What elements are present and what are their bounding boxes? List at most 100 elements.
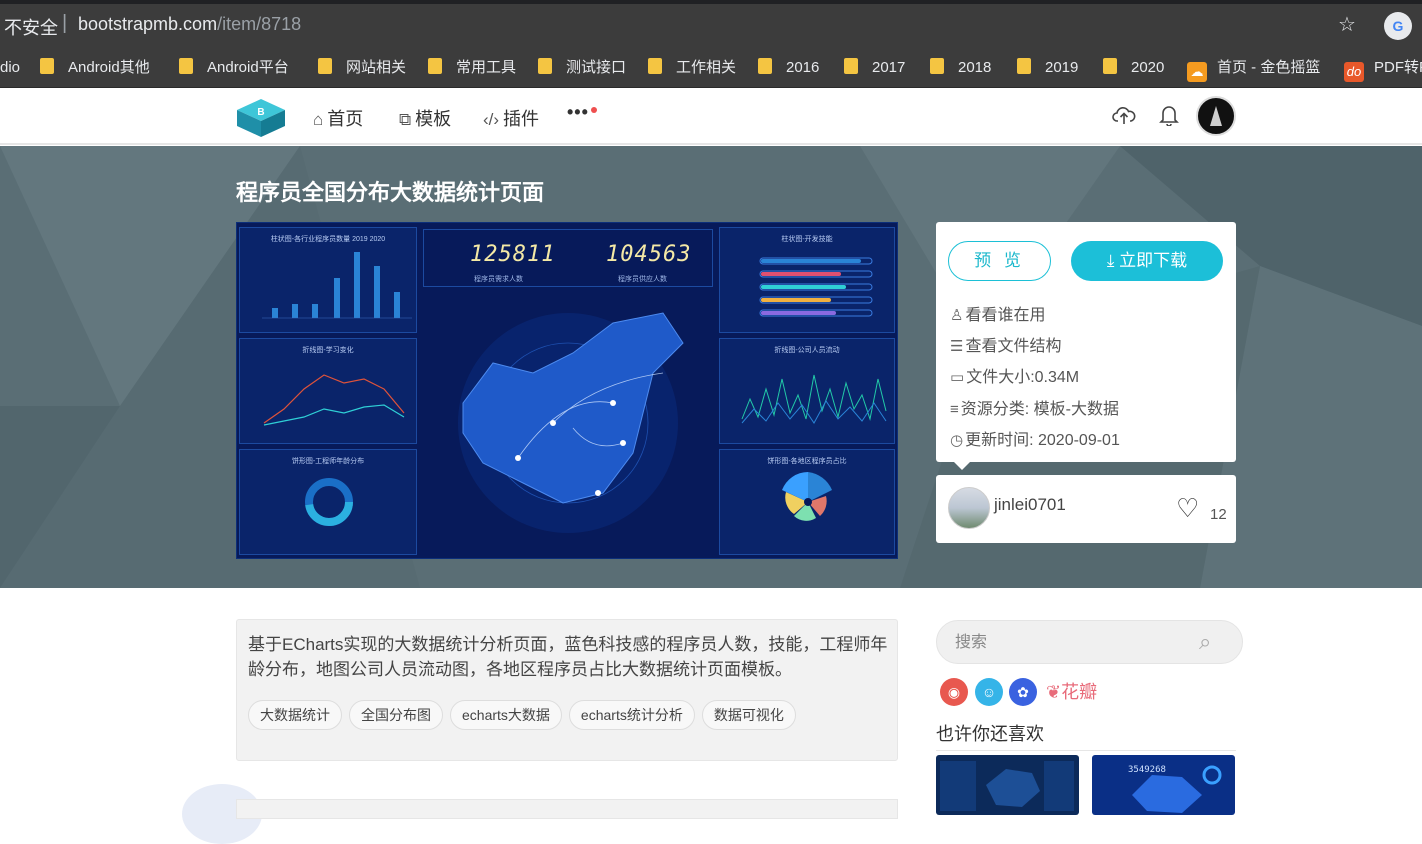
bookmark-item[interactable]: 2020 bbox=[1103, 58, 1164, 78]
address-separator: | bbox=[62, 12, 68, 34]
hero-section: 程序员全国分布大数据统计页面 柱状图-各行业程序员数量 2019 2020 折线… bbox=[0, 146, 1422, 588]
copy-icon: ⧉ bbox=[399, 110, 412, 129]
huaban-label: 花瓣 bbox=[1061, 682, 1098, 702]
donut-chart-graphic bbox=[305, 478, 353, 526]
who-uses-link[interactable]: ♙ 看看谁在用 bbox=[950, 301, 1045, 325]
bookmark-item[interactable]: 2018 bbox=[930, 58, 991, 78]
search-icon[interactable]: ⌕ bbox=[1199, 629, 1211, 655]
folder-icon bbox=[648, 58, 662, 74]
rose-chart-panel: 饼形图-各地区程序员占比 bbox=[719, 449, 895, 555]
url-host: bootstrapmb.com bbox=[78, 14, 218, 34]
bookmark-item[interactable]: 2017 bbox=[844, 58, 905, 78]
tag-item[interactable]: 数据可视化 bbox=[701, 700, 796, 730]
bookmark-item[interactable]: do PDF转P bbox=[1344, 58, 1422, 82]
cloud-favicon-icon: ☁ bbox=[1187, 62, 1207, 82]
category-value: 模板-大数据 bbox=[1033, 401, 1120, 418]
tag-item[interactable]: echarts统计分析 bbox=[568, 700, 695, 730]
tag-item[interactable]: echarts大数据 bbox=[450, 700, 562, 730]
bookmark-item[interactable]: 网站相关 bbox=[318, 58, 406, 78]
thumb-number: 3549268 bbox=[1128, 765, 1166, 775]
line-chart-panel: 折线图-学习变化 bbox=[239, 338, 417, 444]
bookmark-item[interactable]: 2019 bbox=[1017, 58, 1078, 78]
updated-label: 更新时间: bbox=[965, 432, 1034, 449]
translate-extension-icon[interactable]: G bbox=[1384, 12, 1412, 40]
china-map-graphic bbox=[458, 312, 684, 533]
user-avatar[interactable] bbox=[1196, 96, 1236, 136]
preview-button[interactable]: 预 览 bbox=[948, 241, 1051, 281]
folder-icon bbox=[428, 58, 442, 74]
browser-address-bar: 不安全 | bootstrapmb.com/item/8718 ☆ G bbox=[0, 0, 1422, 48]
weibo-share-icon[interactable]: ◉ bbox=[940, 678, 968, 706]
bookmark-label: 2019 bbox=[1045, 59, 1079, 76]
heart-icon[interactable]: ♡ bbox=[1176, 495, 1199, 521]
bookmark-item[interactable]: Android其他 bbox=[40, 58, 150, 78]
bookmark-item[interactable]: 测试接口 bbox=[538, 58, 626, 78]
template-preview-image[interactable]: 柱状图-各行业程序员数量 2019 2020 折线图-学习变化 饼形图-工程师年… bbox=[236, 222, 898, 559]
nav-plugins-label: 插件 bbox=[503, 109, 540, 129]
kpi-number: 104563 bbox=[606, 242, 692, 267]
page-title: 程序员全国分布大数据统计页面 bbox=[236, 180, 545, 205]
bookmark-item[interactable]: dio bbox=[0, 58, 20, 78]
bookmark-label: 2018 bbox=[958, 59, 992, 76]
category-row: ≡ 资源分类: 模板-大数据 bbox=[950, 395, 1119, 419]
folder-icon bbox=[930, 58, 944, 74]
recommend-thumb[interactable] bbox=[936, 755, 1079, 815]
more-menu-button[interactable]: ••• bbox=[567, 102, 589, 123]
author-name[interactable]: jinlei0701 bbox=[994, 495, 1066, 515]
file-structure-link[interactable]: ☰ 查看文件结构 bbox=[950, 332, 1061, 356]
bookmark-star-icon[interactable]: ☆ bbox=[1338, 12, 1356, 37]
url-path: /item/8718 bbox=[217, 14, 302, 34]
bell-icon[interactable] bbox=[1159, 104, 1179, 126]
bookmark-item[interactable]: Android平台 bbox=[179, 58, 289, 78]
pdf-favicon-icon: do bbox=[1344, 62, 1364, 82]
kpi-number: 125811 bbox=[470, 242, 556, 267]
download-button[interactable]: ⤓ 立即下载 bbox=[1071, 241, 1223, 281]
flow-line-graphic bbox=[741, 374, 887, 424]
file-size-row: ▭ 文件大小:0.34M bbox=[950, 363, 1079, 387]
description-text: 基于ECharts实现的大数据统计分析页面，蓝色科技感的程序员人数，技能，工程师… bbox=[248, 635, 888, 679]
comments-panel bbox=[236, 799, 898, 819]
bookmark-item[interactable]: ☁ 首页 - 金色摇篮 bbox=[1187, 58, 1321, 82]
nav-templates-label: 模板 bbox=[415, 109, 452, 129]
who-uses-label: 看看谁在用 bbox=[965, 307, 1046, 324]
author-avatar[interactable] bbox=[948, 487, 990, 529]
folder-icon bbox=[1103, 58, 1117, 74]
bookmark-item[interactable]: 2016 bbox=[758, 58, 819, 78]
search-input[interactable] bbox=[955, 631, 1185, 655]
bar-chart-graphic bbox=[262, 252, 412, 319]
qq-share-icon[interactable]: ☺ bbox=[975, 678, 1003, 706]
tag-item[interactable]: 全国分布图 bbox=[349, 700, 443, 730]
bookmark-label: dio bbox=[0, 59, 21, 76]
updated-row: ◷ 更新时间: 2020-09-01 bbox=[950, 426, 1120, 450]
upload-cloud-icon[interactable] bbox=[1112, 104, 1136, 126]
huaban-share-link[interactable]: ❦花瓣 bbox=[1046, 678, 1097, 704]
category-label: 资源分类: bbox=[960, 401, 1030, 418]
bookmark-item[interactable]: 常用工具 bbox=[428, 58, 516, 78]
bookmark-item[interactable]: 工作相关 bbox=[648, 58, 736, 78]
site-logo[interactable]: B bbox=[236, 98, 286, 138]
resource-info-card: 预 览 ⤓ 立即下载 ♙ 看看谁在用 ☰ 查看文件结构 ▭ 文件大小:0.34M ≡ 资… bbox=[936, 222, 1236, 470]
insecure-indicator[interactable]: 不安全 bbox=[4, 14, 58, 40]
updated-value: 2020-09-01 bbox=[1038, 432, 1120, 449]
tag-item[interactable]: 大数据统计 bbox=[248, 700, 342, 730]
bookmark-label: 常用工具 bbox=[456, 59, 517, 76]
folder-icon bbox=[844, 58, 858, 74]
category-icon: ≡ bbox=[950, 401, 959, 418]
bookmark-label: 首页 - 金色摇篮 bbox=[1217, 59, 1321, 76]
skills-panel: 柱状图-开发技能 bbox=[719, 227, 895, 333]
clock-icon: ◷ bbox=[950, 432, 964, 449]
recommend-thumb[interactable]: 3549268 bbox=[1092, 755, 1235, 815]
nav-templates[interactable]: ⧉ 模板 bbox=[399, 105, 451, 131]
file-size-label: 文件大小: bbox=[966, 369, 1035, 386]
rose-chart-graphic bbox=[782, 472, 832, 521]
donut-chart-panel: 饼形图-工程师年龄分布 bbox=[239, 449, 417, 555]
folder-icon bbox=[1017, 58, 1031, 74]
baidu-share-icon[interactable]: ✿ bbox=[1009, 678, 1037, 706]
nav-plugins[interactable]: ‹/› 插件 bbox=[483, 105, 539, 131]
recommend-title: 也许你还喜欢 bbox=[936, 724, 1044, 744]
url-field[interactable]: bootstrapmb.com/item/8718 bbox=[78, 14, 301, 35]
kpi-label: 程序员需求人数 bbox=[474, 276, 523, 283]
nav-home[interactable]: ⌂ 首页 bbox=[313, 105, 363, 131]
bookmark-label: PDF转P bbox=[1374, 59, 1422, 76]
download-icon: ⤓ bbox=[1106, 251, 1120, 270]
